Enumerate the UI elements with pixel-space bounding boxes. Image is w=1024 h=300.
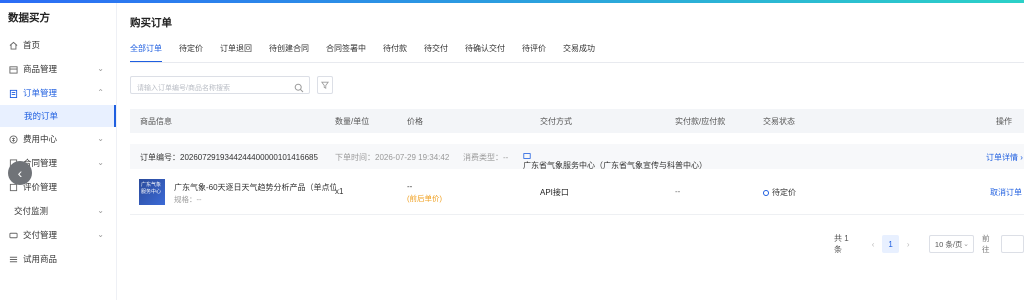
paid-amount: -- bbox=[675, 187, 681, 196]
sidebar-item-label: 商品管理 bbox=[23, 64, 58, 74]
sidebar-item-delivery-monitor[interactable]: 交付监测 ⌄ bbox=[0, 199, 116, 223]
header-qty: 数量/单位 bbox=[335, 117, 370, 126]
total-count: 共 1 条 bbox=[834, 234, 849, 254]
sidebar-item-label: 交付管理 bbox=[23, 230, 58, 240]
sidebar-item-orders[interactable]: 订单管理 ⌃ bbox=[0, 81, 116, 105]
header-status: 交易状态 bbox=[763, 117, 795, 126]
product-name[interactable]: 广东气象-60天逐日天气趋势分析产品（单点位) bbox=[174, 182, 336, 193]
search-icon[interactable] bbox=[294, 80, 304, 93]
page-1-button[interactable]: 1 bbox=[881, 235, 900, 253]
tab-confirm-delivery[interactable]: 待确认交付 bbox=[465, 39, 505, 63]
seller-info[interactable]: 广东省气象服务中心（广东省气象宣传与科普中心） bbox=[523, 152, 707, 170]
sidebar-item-my-orders[interactable]: 我的订单 bbox=[0, 105, 116, 127]
order-detail-link[interactable]: 订单详情 › bbox=[986, 152, 1023, 163]
status-badge: 待定价 bbox=[763, 187, 796, 198]
search-input[interactable] bbox=[131, 80, 291, 97]
price-note: (前后单价) bbox=[407, 194, 442, 203]
chevron-left-icon: ‹ bbox=[17, 165, 23, 181]
sidebar-item-delivery[interactable]: 交付管理 ⌄ bbox=[0, 223, 116, 247]
tab-pending-review[interactable]: 待评价 bbox=[522, 39, 546, 63]
clipboard-icon bbox=[8, 88, 18, 98]
tab-pending-payment[interactable]: 待付款 bbox=[383, 39, 407, 63]
sidebar-item-label: 评价管理 bbox=[23, 182, 58, 192]
page-size-value: 10 条/页 bbox=[934, 239, 963, 249]
tab-completed[interactable]: 交易成功 bbox=[563, 39, 595, 63]
tab-pending-delivery[interactable]: 待交付 bbox=[424, 39, 448, 63]
divider bbox=[130, 62, 1024, 63]
sidebar: 数据买方 首页 商品管理 ⌄ 订单管理 ⌃ 我的订单 费用中心 ⌄ 合同管理 ⌄ bbox=[0, 3, 117, 300]
header-paid: 实付款/应付款 bbox=[675, 117, 726, 126]
coin-icon bbox=[8, 134, 18, 144]
truck-icon bbox=[8, 230, 18, 240]
chevron-up-icon: ⌃ bbox=[97, 88, 104, 97]
cancel-order-button[interactable]: 取消订单 bbox=[990, 187, 1022, 198]
shop-icon bbox=[523, 153, 531, 159]
table-header: 商品信息 数量/单位 价格 交付方式 实付款/应付款 交易状态 操作 bbox=[130, 109, 1024, 133]
order-tabs: 全部订单 待定价 订单退回 待创建合同 合同签署中 待付款 待交付 待确认交付 … bbox=[130, 39, 612, 63]
page-title: 购买订单 bbox=[130, 17, 172, 29]
filter-button[interactable] bbox=[317, 76, 333, 94]
home-icon bbox=[8, 40, 18, 50]
tab-pending-price[interactable]: 待定价 bbox=[179, 39, 203, 63]
chevron-down-icon: ⌄ bbox=[97, 206, 104, 215]
status-text: 待定价 bbox=[772, 188, 796, 197]
order-time: 下单时间：2026-07-29 19:34:42 bbox=[335, 153, 450, 162]
sidebar-item-home[interactable]: 首页 bbox=[0, 33, 116, 57]
product-spec: 规格：-- bbox=[174, 195, 202, 204]
delivery-method: API接口 bbox=[540, 188, 569, 197]
tab-returned[interactable]: 订单退回 bbox=[220, 39, 252, 63]
sidebar-item-label: 首页 bbox=[23, 40, 41, 50]
sidebar-item-billing[interactable]: 费用中心 ⌄ bbox=[0, 127, 116, 151]
chevron-down-icon: ⌄ bbox=[97, 230, 104, 239]
header-action: 操作 bbox=[996, 117, 1012, 126]
consume-type: 消费类型：-- bbox=[463, 153, 509, 162]
page-size-select[interactable]: 10 条/页 ⌄ bbox=[928, 235, 974, 253]
prev-page-button[interactable]: ‹ bbox=[864, 235, 882, 253]
sidebar-item-label: 试用商品 bbox=[23, 254, 58, 264]
list-icon bbox=[8, 254, 18, 264]
search-box bbox=[130, 76, 310, 97]
quantity: x1 bbox=[335, 187, 344, 196]
goto-page-input[interactable] bbox=[1000, 235, 1024, 253]
pagination: 共 1 条 ‹ 1 › 10 条/页 ⌄ 前往 bbox=[834, 234, 1024, 254]
tab-all-orders[interactable]: 全部订单 bbox=[130, 39, 162, 63]
tab-signing[interactable]: 合同签署中 bbox=[326, 39, 366, 63]
main-content: 购买订单 全部订单 待定价 订单退回 待创建合同 合同签署中 待付款 待交付 待… bbox=[117, 3, 1024, 300]
header-delivery: 交付方式 bbox=[540, 117, 572, 126]
status-dot-icon bbox=[763, 189, 769, 196]
price: -- bbox=[407, 182, 413, 191]
header-price: 价格 bbox=[407, 117, 423, 126]
app-title: 数据买方 bbox=[8, 12, 50, 24]
chevron-down-icon: ⌄ bbox=[97, 64, 104, 73]
table-row: 广东气象 服务中心 广东气象-60天逐日天气趋势分析产品（单点位) 规格：-- … bbox=[130, 169, 1024, 215]
product-thumbnail: 广东气象 服务中心 bbox=[139, 179, 165, 205]
tab-pending-contract[interactable]: 待创建合同 bbox=[269, 39, 309, 63]
chevron-down-icon: ⌄ bbox=[963, 241, 969, 248]
sidebar-item-label: 订单管理 bbox=[23, 88, 58, 98]
collapse-back-button[interactable]: ‹ bbox=[8, 161, 32, 185]
sidebar-item-label: 交付监测 bbox=[14, 206, 49, 216]
box-icon bbox=[8, 64, 18, 74]
sidebar-item-products[interactable]: 商品管理 ⌄ bbox=[0, 57, 116, 81]
order-number: 订单编号：202607291934424440000010141668​5 bbox=[140, 153, 318, 162]
chevron-down-icon: ⌄ bbox=[97, 134, 104, 143]
sidebar-item-label: 费用中心 bbox=[23, 134, 58, 144]
filter-icon bbox=[321, 76, 329, 94]
header-product: 商品信息 bbox=[140, 117, 172, 126]
sidebar-item-trial[interactable]: 试用商品 bbox=[0, 247, 116, 271]
chevron-down-icon: ⌄ bbox=[97, 158, 104, 167]
order-header: 订单编号：202607291934424440000010141668​5 下单… bbox=[130, 144, 1024, 170]
goto-label: 前往 bbox=[981, 234, 990, 254]
next-page-button[interactable]: › bbox=[899, 235, 917, 253]
